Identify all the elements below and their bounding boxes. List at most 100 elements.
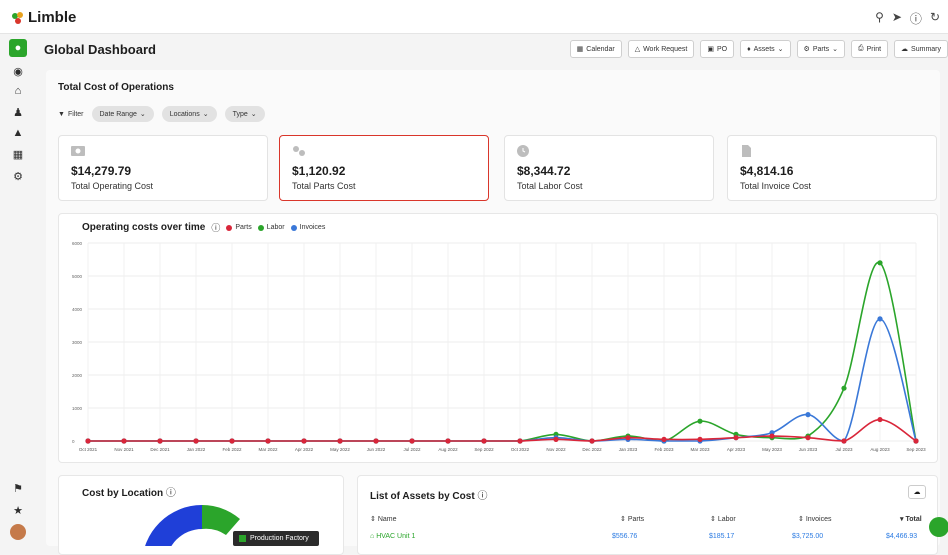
calendar-button[interactable]: ▦ Calendar [569,40,622,58]
card-value: $14,279.79 [71,164,132,178]
data-point-parts [373,438,379,444]
clock-icon [517,145,529,157]
asset-labor-cost: $185.17 [709,533,735,540]
x-tick-label: Apr 2022 [295,447,314,452]
x-tick-label: Sep 2022 [474,447,494,452]
x-tick-label: Jan 2022 [187,447,206,452]
data-point-parts [121,438,127,444]
filter-bar: ▼ Filter Date Range ⌄ Locations ⌄ Type ⌄ [58,106,265,122]
operating-costs-line-chart: 6000 5000 4000 3000 2000 1000 0 Oct 2021 Nov 202… [72,241,926,452]
type-filter[interactable]: Type ⌄ [224,106,265,122]
notifications-icon[interactable]: ★ [10,502,26,518]
x-tick-label: Sep 2023 [906,447,926,452]
card-label: Total Invoice Cost [740,181,812,191]
megaphone-icon[interactable]: ⚑ [10,480,26,496]
money-icon [71,146,85,156]
top-bar: Limble ⚲ ➤ ⓘ ↻ [0,0,948,34]
data-point-parts [625,435,631,441]
document-icon: ▣ [707,46,714,53]
download-button[interactable]: ☁ [908,485,926,499]
section-title: Total Cost of Operations [58,82,174,93]
col-header-parts[interactable]: ⇕ Parts [620,515,644,523]
po-button[interactable]: ▣ PO [700,40,735,58]
cost-by-location-title: Cost by Location ⓘ [82,488,176,499]
col-header-labor[interactable]: ⇕ Labor [710,515,736,523]
help-icon[interactable]: ⓘ [477,491,487,502]
work-request-button[interactable]: △ Work Request [627,40,695,58]
data-point-parts [157,438,163,444]
page-title: Global Dashboard [44,42,156,57]
card-label: Total Labor Cost [517,181,583,191]
data-point-parts [337,438,343,444]
card-label: Total Operating Cost [71,181,154,191]
gear-icon[interactable]: ⚙ [10,168,26,184]
print-button[interactable]: ⎙ Print [851,40,889,58]
col-header-invoices[interactable]: ⇕ Invoices [798,515,832,523]
x-tick-label: Jan 2023 [619,447,638,452]
cloud-download-icon: ☁ [913,489,921,496]
chevron-down-icon: ⌄ [832,46,839,53]
y-tick-label: 0 [72,439,75,444]
refresh-icon[interactable]: ↻ [930,10,940,27]
x-tick-label: Nov 2022 [546,447,566,452]
data-point-parts [193,438,199,444]
app-logo[interactable]: Limble [10,9,76,26]
x-tick-label: Apr 2023 [727,447,746,452]
donut-slice-1[interactable] [142,505,202,546]
x-tick-label: Mar 2023 [690,447,710,452]
x-tick-label: Jun 2023 [799,447,818,452]
data-point-parts [841,438,847,444]
card-total-operating-cost[interactable]: $14,279.79 Total Operating Cost [58,135,268,201]
chat-button[interactable] [929,517,948,537]
card-value: $8,344.72 [517,164,571,178]
locations-filter[interactable]: Locations ⌄ [161,106,217,122]
x-tick-label: Feb 2023 [654,447,674,452]
y-tick-label: 2000 [72,373,83,378]
filter-label[interactable]: ▼ Filter [58,111,84,118]
help-icon[interactable]: ⓘ [166,488,176,499]
date-range-filter[interactable]: Date Range ⌄ [91,106,154,122]
avatar[interactable] [10,524,26,540]
x-tick-label: Jul 2022 [403,447,421,452]
document-icon [742,145,751,157]
globe-icon[interactable]: ◉ [10,63,26,79]
data-point-parts [913,438,919,444]
filter-icon: ▼ [58,110,65,118]
assets-button[interactable]: ♦ Assets ⌄ [740,40,791,58]
map-icon[interactable]: ▦ [10,146,26,162]
search-icon[interactable]: ⚲ [875,10,884,27]
print-icon: ⎙ [858,45,864,52]
x-tick-label: May 2023 [762,447,782,452]
data-point-parts [733,435,739,441]
card-total-labor-cost[interactable]: $8,344.72 Total Labor Cost [504,135,714,201]
parts-button[interactable]: ⚙ Parts ⌄ [796,40,846,58]
location-tooltip: Production Factory [233,531,319,546]
chevron-down-icon: ⌄ [139,111,146,118]
card-total-parts-cost[interactable]: $1,120.92 Total Parts Cost [279,135,489,201]
x-tick-label: Aug 2023 [870,447,890,452]
help-icon[interactable]: ⓘ [910,10,922,27]
data-point-parts [877,416,883,423]
summary-button[interactable]: ☁ Summary [894,40,948,58]
data-point-parts [265,438,271,444]
series-line-invoices [88,318,917,442]
col-header-total[interactable]: ▾ Total [900,515,922,523]
calendar-icon: ▦ [576,46,584,53]
card-total-invoice-cost[interactable]: $4,814.16 Total Invoice Cost [727,135,937,201]
y-tick-label: 4000 [72,307,83,312]
col-header-name[interactable]: ⇕ Name [370,515,397,523]
home-icon[interactable]: ⌂ [10,83,26,99]
card-label: Total Parts Cost [292,181,356,191]
data-point-invoices [805,412,811,418]
asset-total-cost: $4,466.93 [886,533,918,540]
sidebar: ● ◉ ⌂ ♟ ▲ ▦ ⚙ ⚑ ★ [0,34,36,546]
data-point-parts [445,438,451,444]
asset-name-link[interactable]: ⌂ HVAC Unit 1 [370,533,415,540]
dashboard-icon[interactable]: ● [9,39,27,57]
rocket-icon[interactable]: ➤ [892,10,902,27]
user-icon[interactable]: ♟ [10,104,26,120]
data-point-parts [229,438,235,444]
warning-icon[interactable]: ▲ [10,125,26,141]
tooltip-swatch [239,535,246,542]
x-tick-label: Nov 2021 [114,447,134,452]
